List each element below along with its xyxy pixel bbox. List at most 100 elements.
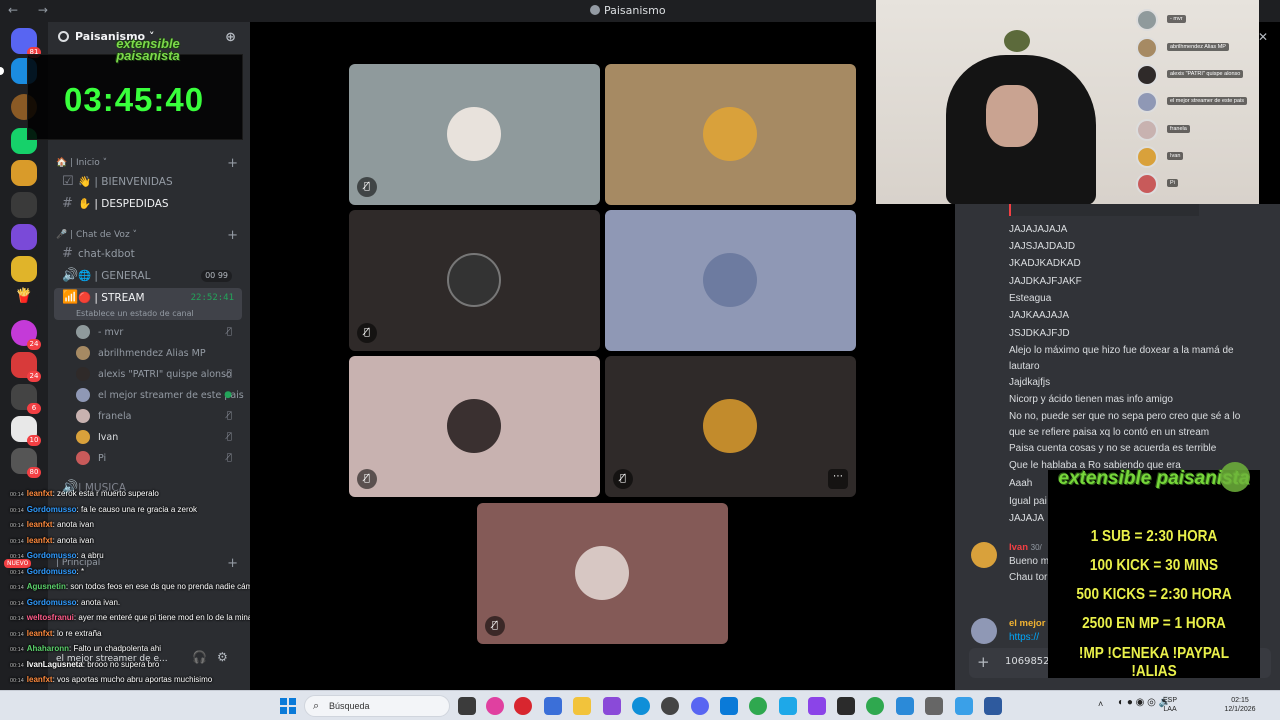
speaker-icon: 🔊 bbox=[62, 268, 79, 283]
voice-user[interactable]: Pi 🎙̸ bbox=[76, 448, 242, 469]
window-title: Paisanismo bbox=[590, 4, 666, 17]
tray-expand-icon[interactable]: ˄ bbox=[1098, 700, 1103, 709]
voice-user[interactable]: alexis "PATRI" quispe alonso 🎙̸ bbox=[76, 364, 242, 385]
avatar[interactable] bbox=[971, 618, 997, 644]
discord-home-icon[interactable]: 81 bbox=[11, 28, 41, 58]
taskbar-search[interactable]: ⌕ Búsqueda bbox=[304, 695, 450, 717]
opera-icon[interactable] bbox=[514, 697, 532, 715]
mic-muted-icon: 🎙̸ bbox=[357, 177, 377, 197]
avatar bbox=[76, 451, 90, 465]
video-tile[interactable] bbox=[605, 210, 856, 351]
app-icon[interactable] bbox=[955, 697, 973, 715]
stream-chat-line: 00:14 weltosfranui: ayer me enteré que pi… bbox=[10, 613, 282, 622]
more-options-icon: ⋯ bbox=[828, 469, 848, 489]
server-icon[interactable] bbox=[11, 160, 37, 186]
app-icon[interactable] bbox=[779, 697, 797, 715]
server-icon[interactable]: 80 bbox=[11, 448, 41, 478]
voice-user[interactable]: franela 🎙̸ bbox=[76, 406, 242, 427]
chat-message: Esteagua bbox=[1009, 293, 1052, 304]
video-tile[interactable]: 🎙̸ bbox=[349, 64, 600, 205]
stream-chat-line: 00:14 Gordomusso: anota ivan. bbox=[10, 597, 121, 607]
cam-participant: - mvr bbox=[1136, 9, 1259, 31]
avatar bbox=[447, 107, 501, 161]
promo-line: 1 SUB = 2:30 HORA bbox=[1090, 528, 1218, 545]
server-icon[interactable] bbox=[11, 192, 37, 218]
chrome-icon[interactable] bbox=[749, 697, 767, 715]
user-count: 00 99 bbox=[201, 270, 232, 282]
channel-label: | DESPEDIDAS bbox=[94, 198, 169, 210]
settings-icon[interactable] bbox=[925, 697, 943, 715]
clock[interactable]: 02:15 12/1/2026 bbox=[1220, 696, 1260, 714]
video-tile[interactable]: 🎙̸ ⋯ bbox=[605, 356, 856, 497]
voice-user[interactable]: - mvr 🎙̸ bbox=[76, 322, 242, 343]
voice-user[interactable]: Ivan 🎙̸ bbox=[76, 427, 242, 448]
search-icon: ⌕ bbox=[313, 699, 320, 712]
voice-user[interactable]: el mejor streamer de este pais ● bbox=[76, 385, 244, 406]
chrome-icon[interactable] bbox=[866, 697, 884, 715]
add-channel-icon: + bbox=[227, 228, 238, 243]
server-icon[interactable] bbox=[11, 256, 37, 282]
channel-chat-kdbot[interactable]: # chat-kdbot bbox=[54, 244, 242, 264]
category-inicio[interactable]: 🏠 | Inicio ˅ + bbox=[56, 156, 242, 171]
app-icon[interactable] bbox=[808, 697, 826, 715]
cam-participant: el mejor streamer de este pais bbox=[1136, 91, 1259, 113]
avatar bbox=[1136, 119, 1158, 141]
server-icon[interactable] bbox=[11, 224, 37, 250]
terminal-icon[interactable] bbox=[837, 697, 855, 715]
avatar bbox=[1136, 91, 1158, 113]
video-tile[interactable]: 🎙̸ bbox=[349, 210, 600, 351]
server-icon[interactable]: 10 bbox=[11, 416, 41, 446]
close-icon[interactable]: ✕ bbox=[1258, 30, 1268, 44]
promo-line: !MP !CENEKA !PAYPAL !ALIAS bbox=[1078, 645, 1230, 680]
nav-arrows[interactable]: ← → bbox=[8, 3, 56, 17]
channel-general[interactable]: 🔊🌐 | GENERAL 00 99 bbox=[54, 266, 242, 286]
server-icon[interactable]: 24 bbox=[11, 352, 41, 382]
stream-chat-line: 00:14 IvanLagusneta: brooo no supera bro bbox=[10, 659, 160, 669]
language-indicator[interactable]: ESP LAA bbox=[1163, 696, 1177, 714]
avatar bbox=[703, 399, 757, 453]
video-tile[interactable]: 🎙̸ bbox=[349, 356, 600, 497]
channel-stream[interactable]: 📶🔴 | STREAM 22:52:41 Establece un estado d… bbox=[54, 288, 242, 320]
windows-start-icon[interactable] bbox=[280, 698, 296, 714]
promo-overlay: extensible paisanista 1 SUB = 2:30 HORA … bbox=[1048, 462, 1260, 680]
discord-icon[interactable] bbox=[691, 697, 709, 715]
channel-bienvenidas[interactable]: ☑ 👋 | BIENVENIDAS bbox=[54, 172, 242, 192]
channel-label: | BIENVENIDAS bbox=[94, 176, 173, 188]
fries-icon[interactable]: 🍟 bbox=[11, 288, 37, 314]
app-icon[interactable] bbox=[603, 697, 621, 715]
mic-muted-icon: 🎙̸ bbox=[226, 327, 232, 337]
message-author[interactable]: el mejor bbox=[1009, 618, 1045, 629]
mic-muted-icon: 🎙̸ bbox=[226, 369, 232, 379]
server-icon[interactable]: 24 bbox=[11, 320, 41, 350]
wall-decoration bbox=[1004, 30, 1030, 52]
file-explorer-icon[interactable] bbox=[573, 697, 591, 715]
app-icon[interactable] bbox=[720, 697, 738, 715]
channel-despedidas[interactable]: # ✋ | DESPEDIDAS bbox=[54, 194, 242, 214]
stream-chat-line: 00:14 leanfxt: lo re extraña bbox=[10, 628, 102, 638]
server-gear-icon bbox=[58, 31, 69, 42]
promo-line: 500 KICKS = 2:30 HORA bbox=[1076, 586, 1232, 603]
video-tile[interactable] bbox=[605, 64, 856, 205]
chat-message: JAJAJAJAJA bbox=[1009, 224, 1068, 235]
category-chat-voz[interactable]: 🎤 | Chat de Voz ˅ + bbox=[56, 228, 242, 243]
task-view-icon[interactable] bbox=[458, 697, 476, 715]
avatar bbox=[1136, 37, 1158, 59]
message-link[interactable]: https:// bbox=[1009, 632, 1039, 643]
copilot-icon[interactable] bbox=[486, 697, 504, 715]
server-icon[interactable]: 6 bbox=[11, 384, 41, 414]
github-icon[interactable] bbox=[661, 697, 679, 715]
store-icon[interactable] bbox=[544, 697, 562, 715]
app-icon[interactable] bbox=[896, 697, 914, 715]
chat-message: Paisa cuenta cosas y no se acuerda es te… bbox=[1009, 443, 1217, 454]
invite-icon[interactable]: ⊕ bbox=[225, 30, 236, 45]
video-tile[interactable]: 🎙̸ bbox=[477, 503, 728, 644]
edge-icon[interactable] bbox=[632, 697, 650, 715]
message-author[interactable]: Ivan 30/ bbox=[1009, 542, 1042, 553]
mic-muted-icon: 🎙̸ bbox=[226, 411, 232, 421]
avatar[interactable] bbox=[971, 542, 997, 568]
avatar bbox=[76, 325, 90, 339]
cam-participant: Pi bbox=[1136, 173, 1259, 195]
calculator-icon[interactable] bbox=[984, 697, 1002, 715]
avatar bbox=[703, 253, 757, 307]
voice-user[interactable]: abrilhmendez Alias MP bbox=[76, 343, 242, 364]
